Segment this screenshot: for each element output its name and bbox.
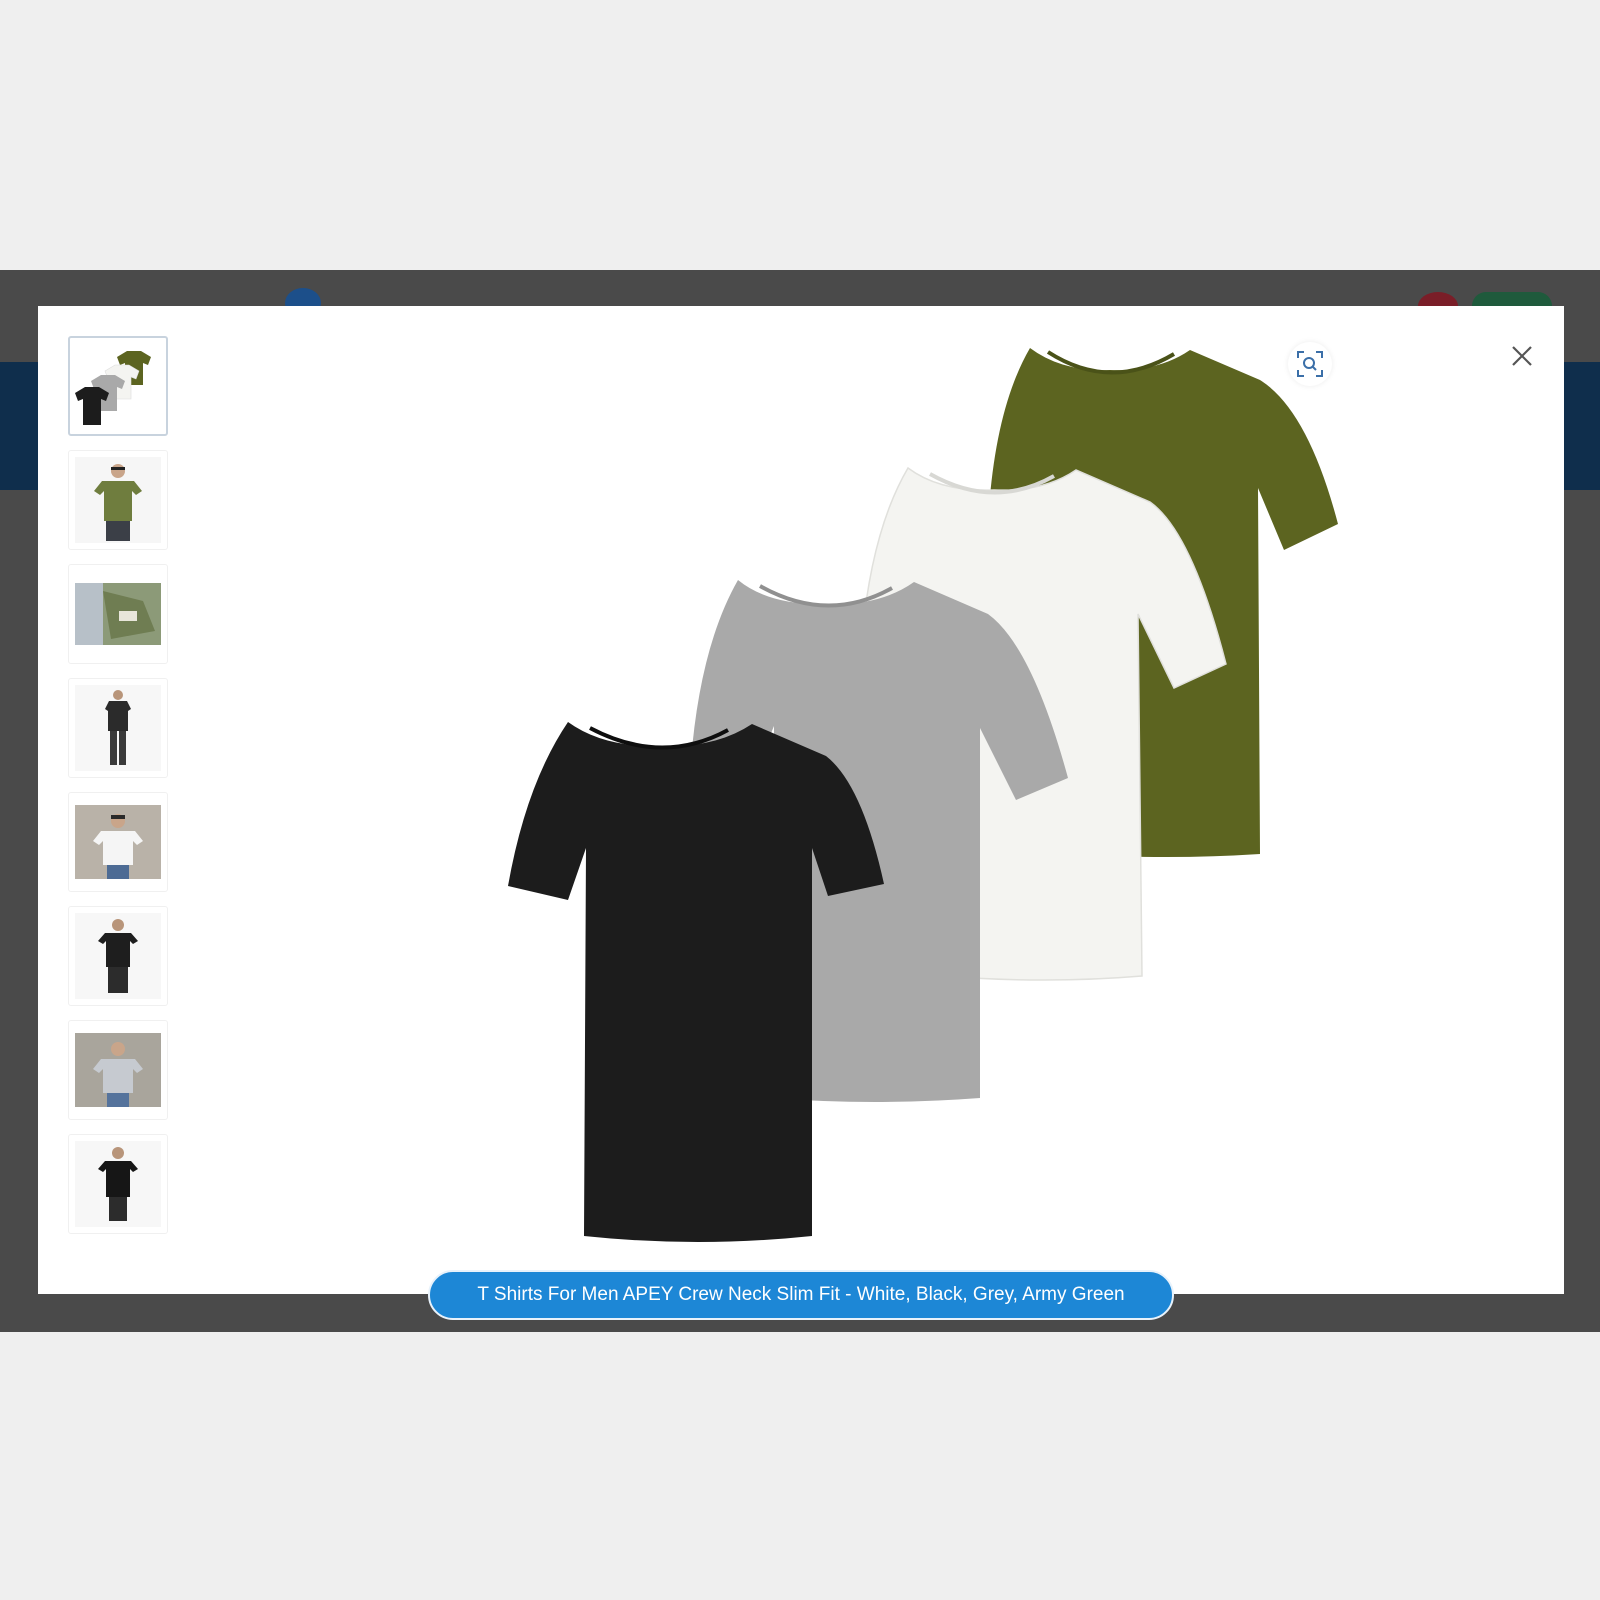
thumbnail-list [68,336,168,1234]
thumbnail-image [75,351,151,425]
image-viewer-modal [38,306,1564,1294]
thumbnail-image [75,805,161,879]
close-icon [1512,346,1532,366]
thumbnail-image [75,685,161,771]
zoom-focus-icon [1297,351,1323,377]
thumbnail-3[interactable] [68,564,168,664]
main-product-image [508,348,1338,1242]
close-button[interactable] [1500,334,1544,378]
thumbnail-image [75,583,161,645]
thumbnail-5[interactable] [68,792,168,892]
thumbnail-7[interactable] [68,1020,168,1120]
thumbnail-2[interactable] [68,450,168,550]
thumbnail-1[interactable] [68,336,168,436]
thumbnail-image [75,1141,161,1227]
product-title-caption: T Shirts For Men APEY Crew Neck Slim Fit… [428,1270,1174,1320]
thumbnail-6[interactable] [68,906,168,1006]
thumbnail-8[interactable] [68,1134,168,1234]
thumbnail-image [75,457,161,543]
thumbnail-image [75,1033,161,1107]
thumbnail-4[interactable] [68,678,168,778]
thumbnail-image [75,913,161,999]
zoom-focus-button[interactable] [1288,342,1332,386]
